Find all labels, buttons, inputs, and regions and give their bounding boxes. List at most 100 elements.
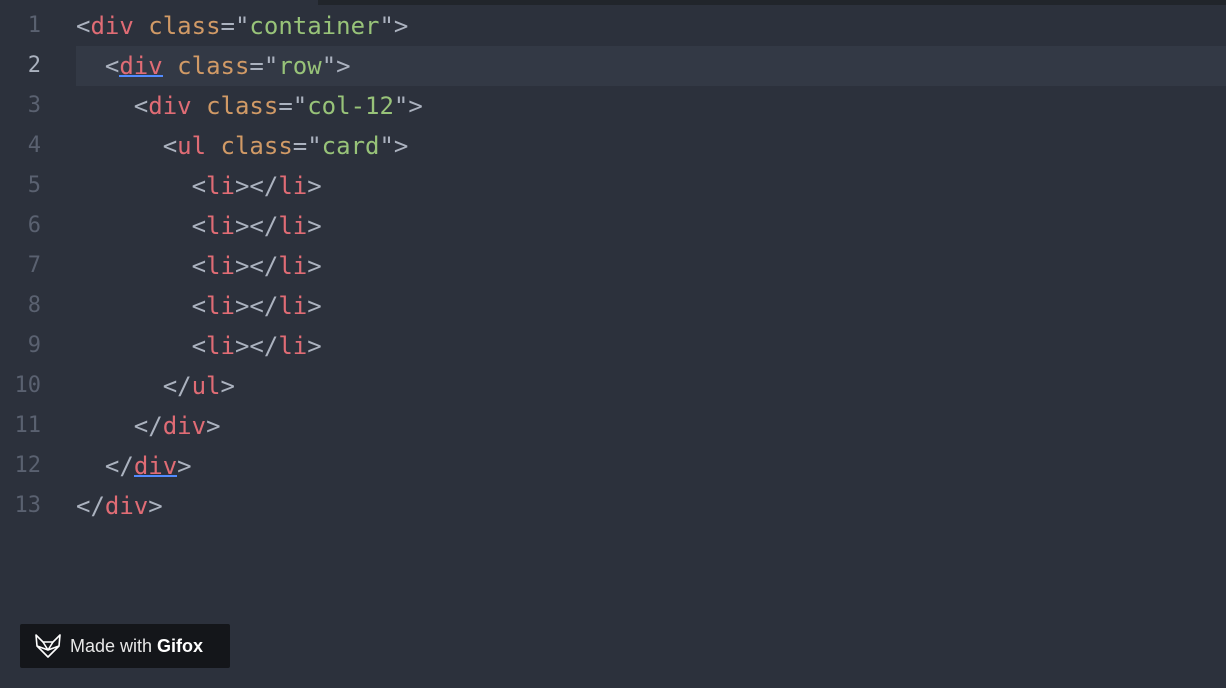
tag-token: li bbox=[278, 252, 308, 280]
code-line-content: <div class="container"> bbox=[76, 6, 408, 46]
punct-token: "> bbox=[393, 92, 423, 120]
line-number: 9 bbox=[27, 333, 41, 358]
matched-tag-token: div bbox=[119, 52, 163, 80]
punct-token: > bbox=[307, 292, 322, 320]
punct-token: < bbox=[104, 52, 120, 80]
code-line-content: <div class="row"> bbox=[76, 46, 351, 86]
code-line-content: <div class="col-12"> bbox=[76, 86, 423, 126]
line-number: 3 bbox=[27, 93, 41, 118]
tag-token: ul bbox=[177, 132, 207, 160]
tag-token: div bbox=[90, 12, 134, 40]
punct-token: > bbox=[177, 452, 192, 480]
punct-token: </ bbox=[162, 372, 192, 400]
punct-token bbox=[206, 132, 220, 160]
code-line-11[interactable]: 11 </div> bbox=[0, 406, 1226, 446]
tag-token: li bbox=[206, 332, 235, 360]
str-token: col-12 bbox=[307, 92, 394, 120]
code-line-8[interactable]: 8 <li></li> bbox=[0, 286, 1226, 326]
line-number: 4 bbox=[27, 133, 41, 158]
punct-token: > bbox=[220, 372, 235, 400]
line-number: 1 bbox=[27, 13, 41, 38]
punct-token: < bbox=[162, 132, 178, 160]
punct-token: </ bbox=[104, 452, 134, 480]
punct-token: =" bbox=[249, 52, 279, 80]
attr-token: class bbox=[206, 92, 279, 120]
code-line-content: <li></li> bbox=[76, 326, 322, 366]
code-editor[interactable]: 1 <div class="container"> 2 <div class="ro… bbox=[0, 0, 1226, 688]
punct-token: < bbox=[133, 92, 149, 120]
code-line-content: <li></li> bbox=[76, 166, 322, 206]
code-line-7[interactable]: 7 <li></li> bbox=[0, 246, 1226, 286]
code-line-12[interactable]: 12 </div> bbox=[0, 446, 1226, 486]
tag-token: li bbox=[278, 332, 308, 360]
punct-token: < bbox=[191, 172, 207, 200]
punct-token: </ bbox=[76, 492, 105, 520]
punct-token: =" bbox=[278, 92, 308, 120]
line-number: 7 bbox=[27, 253, 41, 278]
badge-prefix-text: Made with bbox=[70, 635, 153, 656]
tag-token: li bbox=[206, 292, 235, 320]
punct-token: > bbox=[307, 252, 322, 280]
code-line-2[interactable]: 2 <div class="row"> bbox=[0, 46, 1226, 86]
attr-token: class bbox=[220, 132, 293, 160]
line-number: 13 bbox=[14, 493, 42, 518]
line-number: 8 bbox=[27, 293, 41, 318]
str-token: container bbox=[249, 12, 380, 40]
code-line-content: </div> bbox=[76, 446, 192, 486]
punct-token: > bbox=[206, 412, 221, 440]
tag-token: li bbox=[278, 292, 308, 320]
tag-token: div bbox=[162, 412, 207, 440]
tag-token: li bbox=[206, 172, 235, 200]
punct-token: < bbox=[191, 212, 207, 240]
code-line-3[interactable]: 3 <div class="col-12"> bbox=[0, 86, 1226, 126]
punct-token: "> bbox=[379, 12, 409, 40]
punct-token: > bbox=[307, 172, 322, 200]
code-line-9[interactable]: 9 <li></li> bbox=[0, 326, 1226, 366]
line-number: 10 bbox=[14, 373, 42, 398]
str-token: card bbox=[321, 132, 380, 160]
punct-token: "> bbox=[321, 52, 351, 80]
fox-logo-icon bbox=[34, 633, 62, 659]
code-line-4[interactable]: 4 <ul class="card"> bbox=[0, 126, 1226, 166]
code-line-content: </ul> bbox=[76, 366, 235, 406]
tag-token: ul bbox=[191, 372, 221, 400]
matched-tag-token: div bbox=[133, 452, 178, 480]
punct-token bbox=[192, 92, 206, 120]
gifox-watermark-badge: Made with Gifox bbox=[20, 624, 230, 668]
code-line-10[interactable]: 10 </ul> bbox=[0, 366, 1226, 406]
code-line-content: </div> bbox=[76, 486, 163, 526]
code-line-content: <li></li> bbox=[76, 286, 322, 326]
code-line-13[interactable]: 13 </div> bbox=[0, 486, 1226, 526]
str-token: row bbox=[278, 52, 322, 80]
punct-token: < bbox=[191, 292, 207, 320]
code-line-6[interactable]: 6 <li></li> bbox=[0, 206, 1226, 246]
punct-token: < bbox=[191, 252, 207, 280]
punct-token: ></ bbox=[234, 212, 279, 240]
punct-token: > bbox=[307, 212, 322, 240]
code-line-5[interactable]: 5 <li></li> bbox=[0, 166, 1226, 206]
attr-token: class bbox=[177, 52, 250, 80]
punct-token: ></ bbox=[234, 292, 279, 320]
punct-token: =" bbox=[292, 132, 322, 160]
punct-token: ></ bbox=[234, 332, 279, 360]
code-line-content: <li></li> bbox=[76, 246, 322, 286]
tag-token: li bbox=[206, 212, 235, 240]
punct-token: > bbox=[307, 332, 322, 360]
line-number: 6 bbox=[27, 213, 41, 238]
punct-token: </ bbox=[133, 412, 163, 440]
tag-token: div bbox=[148, 92, 192, 120]
line-number: 11 bbox=[14, 413, 42, 438]
punct-token: ></ bbox=[234, 172, 279, 200]
punct-token bbox=[163, 52, 177, 80]
code-area[interactable]: 1 <div class="container"> 2 <div class="ro… bbox=[0, 6, 1226, 526]
code-line-1[interactable]: 1 <div class="container"> bbox=[0, 6, 1226, 46]
tag-token: li bbox=[206, 252, 235, 280]
